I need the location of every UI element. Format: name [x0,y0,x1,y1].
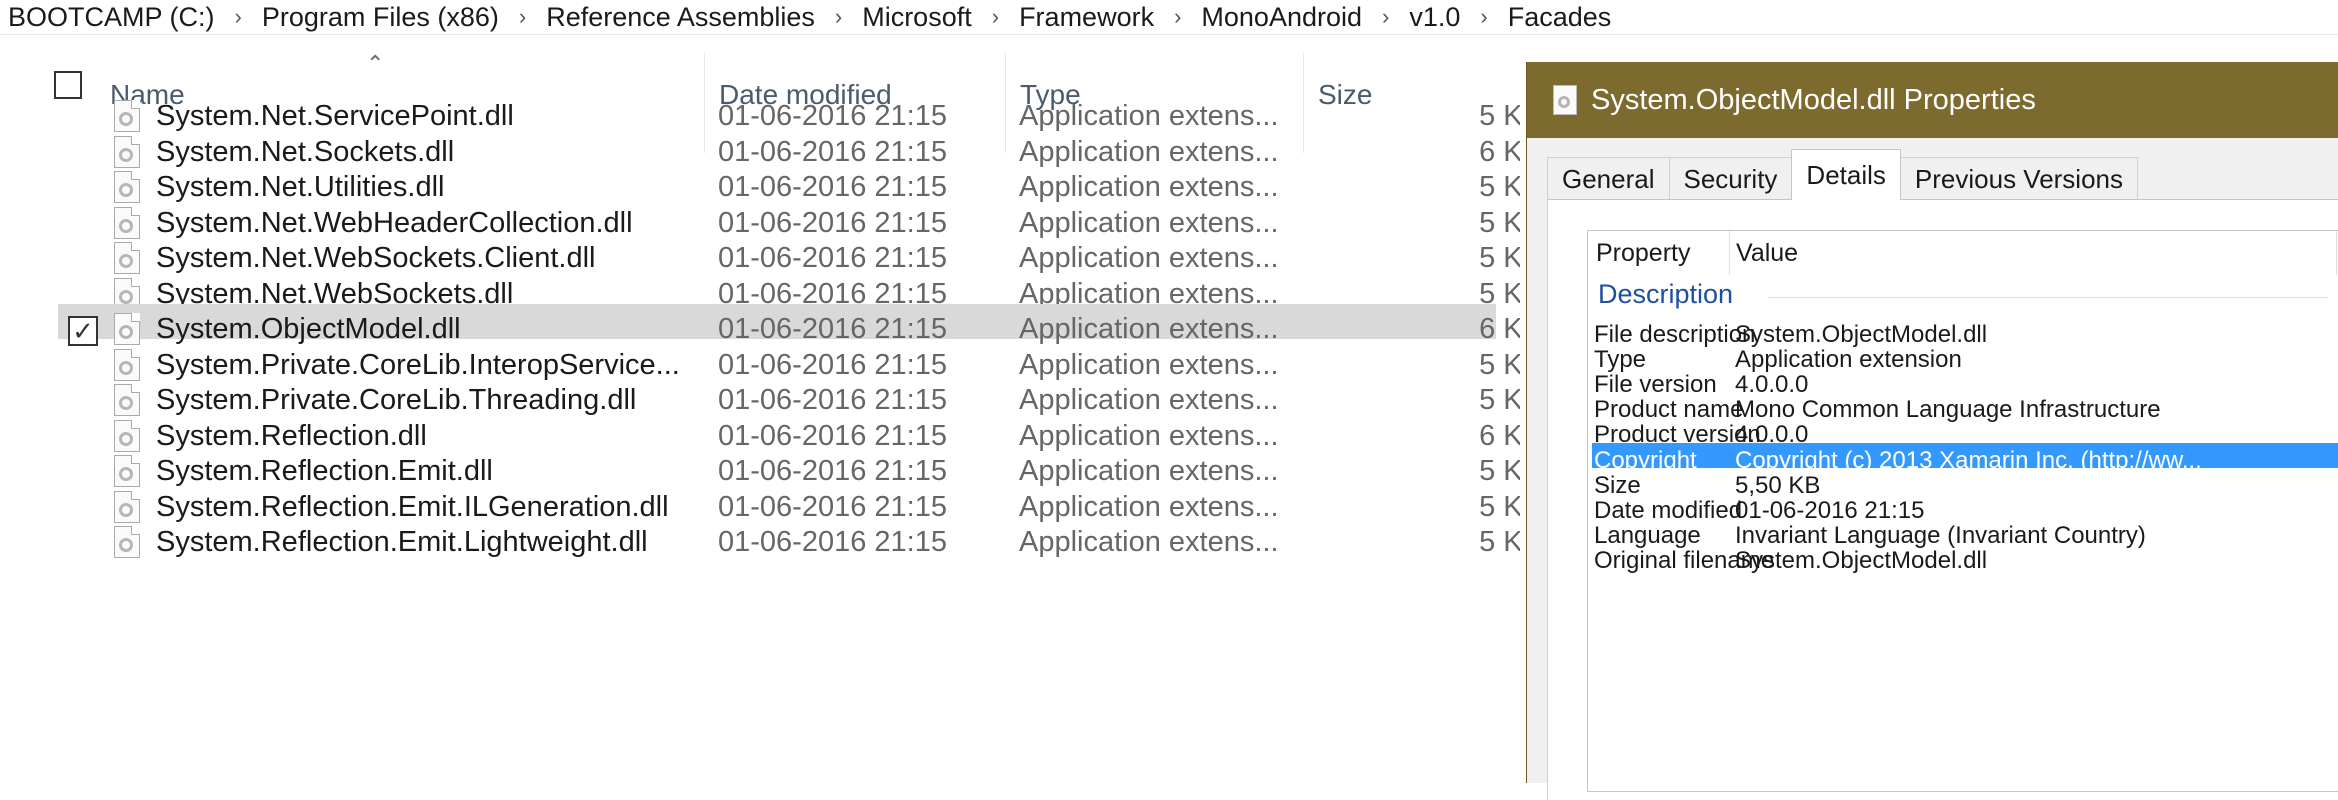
dll-file-icon [1553,85,1577,115]
column-header-value[interactable]: Value [1736,231,1798,275]
file-row[interactable]: System.Reflection.Emit.Lightweight.dll 01… [58,517,1520,558]
file-row[interactable]: System.Reflection.Emit.dll 01-06-2016 21:… [58,446,1520,487]
file-row[interactable]: System.Net.WebHeaderCollection.dll 01-06-… [58,198,1520,239]
chevron-right-icon[interactable]: › [223,4,254,30]
file-row[interactable]: System.Net.ServicePoint.dll 01-06-2016 21… [58,91,1520,132]
file-list: ⌃ Name Date modified Type Size System.Ne… [0,35,1520,783]
property-row[interactable]: Product version 4.0.0.0 [1592,417,2338,448]
property-row[interactable]: Type Application extension [1592,342,2338,373]
file-type: Application extens... [1019,526,1279,558]
breadcrumb-item[interactable]: BOOTCAMP (C:) [0,2,223,32]
sort-ascending-icon: ⌃ [366,51,385,76]
file-row[interactable]: System.Private.CoreLib.Threading.dll 01-0… [58,375,1520,416]
chevron-right-icon[interactable]: › [1468,4,1499,30]
breadcrumb-item[interactable]: Program Files (x86) [254,2,507,32]
file-row[interactable]: System.Private.CoreLib.InteropService...… [58,340,1520,381]
file-row[interactable]: System.Net.WebSockets.Client.dll 01-06-20… [58,233,1520,274]
breadcrumb-item[interactable]: Facades [1500,2,1620,32]
file-row[interactable]: System.Reflection.Emit.ILGeneration.dll 0… [58,482,1520,523]
breadcrumb-item[interactable]: v1.0 [1401,2,1468,32]
property-row[interactable]: Original filename System.ObjectModel.dll [1592,543,2338,574]
breadcrumb-item[interactable]: Microsoft [854,2,980,32]
dialog-tabs: General Security Details Previous Versions [1547,149,2139,200]
chevron-right-icon[interactable]: › [1370,4,1401,30]
column-header-property[interactable]: Property [1596,231,1690,275]
dialog-title: System.ObjectModel.dll Properties [1591,83,2036,116]
dll-file-icon [114,526,140,558]
property-row[interactable]: Language Invariant Language (Invariant Co… [1592,518,2338,549]
chevron-right-icon[interactable]: › [1162,4,1193,30]
file-size: 5 KB [1479,526,1520,558]
breadcrumb-item[interactable]: Reference Assemblies [538,2,823,32]
property-row[interactable]: File version 4.0.0.0 [1592,367,2338,398]
column-separator[interactable] [1729,231,1730,275]
tab-previous-versions[interactable]: Previous Versions [1899,157,2139,200]
file-row[interactable]: System.Net.Sockets.dll 01-06-2016 21:15 Ap… [58,127,1520,168]
chevron-right-icon[interactable]: › [980,4,1011,30]
details-property-list: Property Value Description File descript… [1587,230,2338,792]
file-row[interactable]: System.Net.WebSockets.dll 01-06-2016 21:1… [58,269,1520,310]
file-row[interactable]: ✓ System.ObjectModel.dll 01-06-2016 21:15 A… [58,304,1520,346]
property-row[interactable]: Copyright Copyright (c) 2013 Xamarin Inc.… [1592,442,2338,474]
breadcrumb: BOOTCAMP (C:) › Program Files (x86) › Refere… [0,0,2338,35]
property-row[interactable]: File description System.ObjectModel.dll [1592,317,2338,348]
column-separator[interactable] [2336,231,2337,275]
property-row[interactable]: Date modified 01-06-2016 21:15 [1592,493,2338,524]
tab-details[interactable]: Details [1791,149,1901,200]
file-date-modified: 01-06-2016 21:15 [718,526,947,558]
file-name: System.Reflection.Emit.Lightweight.dll [156,526,648,558]
file-row[interactable]: System.Reflection.dll 01-06-2016 21:15 App… [58,411,1520,452]
section-heading-description: Description [1598,279,1734,309]
chevron-right-icon[interactable]: › [507,4,538,30]
chevron-right-icon[interactable]: › [823,4,854,30]
properties-dialog: System.ObjectModel.dll Properties Genera… [1526,62,2338,800]
breadcrumb-item[interactable]: MonoAndroid [1193,2,1370,32]
tab-security[interactable]: Security [1668,157,1793,200]
tab-general[interactable]: General [1547,157,1670,200]
property-row[interactable]: Size 5,50 KB [1592,468,2338,499]
property-value: System.ObjectModel.dll [1735,546,1988,574]
file-row[interactable]: System.Net.Utilities.dll 01-06-2016 21:15… [58,162,1520,203]
property-row[interactable]: Product name Mono Common Language Infrast… [1592,392,2338,423]
breadcrumb-item[interactable]: Framework [1011,2,1162,32]
dialog-titlebar[interactable]: System.ObjectModel.dll Properties [1527,62,2338,138]
section-divider [1768,297,2328,298]
